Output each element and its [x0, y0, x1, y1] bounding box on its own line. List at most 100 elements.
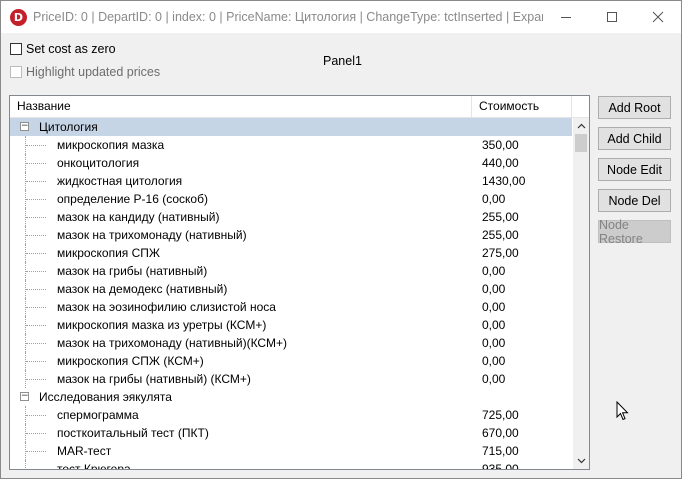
item-cost: 0,00 [482, 300, 506, 314]
tree-row[interactable]: мазок на трихомонаду (нативный) 255,00 [10, 226, 572, 244]
panel-caption: Panel1 [323, 54, 362, 68]
chevron-down-icon [577, 458, 585, 464]
tree-row[interactable]: мазок на грибы (нативный) (КСМ+) 0,00 [10, 370, 572, 388]
item-cost: 0,00 [482, 192, 506, 206]
tree-connector [25, 460, 26, 469]
tree-connector [26, 379, 46, 380]
tree-row[interactable]: жидкостная цитология 1430,00 [10, 172, 572, 190]
node-edit-button[interactable]: Node Edit [598, 158, 671, 181]
highlight-updated-checkbox: Highlight updated prices [10, 65, 160, 79]
item-cost: 0,00 [482, 318, 506, 332]
tree-connector [26, 253, 46, 254]
item-name: мазок на эозинофилию слизистой носа [57, 300, 276, 314]
price-tree[interactable]: Название Стоимость − Цитология микроскопия… [9, 95, 590, 470]
tree-row[interactable]: микроскопия мазка 350,00 [10, 136, 572, 154]
checkbox-box [10, 66, 22, 78]
tree-connector [26, 181, 46, 182]
tree-row[interactable]: мазок на кандиду (нативный) 255,00 [10, 208, 572, 226]
item-cost: 715,00 [482, 444, 519, 458]
item-name: спермограмма [57, 408, 139, 422]
tree-row[interactable]: определение Р-16 (соскоб) 0,00 [10, 190, 572, 208]
highlight-updated-label: Highlight updated prices [26, 65, 161, 79]
checkbox-box[interactable] [10, 43, 22, 55]
close-icon [652, 11, 664, 23]
tree-row[interactable]: тест Крюгера 935,00 [10, 460, 572, 469]
tree-connector [26, 235, 46, 236]
item-name: онкоцитология [57, 156, 140, 170]
item-name: микроскопия СПЖ (КСМ+) [57, 354, 204, 368]
tree-row[interactable]: микроскопия СПЖ 275,00 [10, 244, 572, 262]
maximize-icon [607, 12, 617, 22]
tree-connector [26, 451, 46, 452]
scroll-down-button[interactable] [573, 453, 589, 469]
item-name: мазок на грибы (нативный) [57, 264, 208, 278]
node-restore-button: Node Restore [598, 218, 671, 246]
set-cost-zero-checkbox[interactable]: Set cost as zero [10, 42, 116, 56]
tree-connector [26, 217, 46, 218]
vertical-scrollbar[interactable] [573, 118, 589, 469]
options-panel: Set cost as zero Highlight updated price… [1, 33, 681, 89]
item-name: жидкостная цитология [57, 174, 183, 188]
tree-connector [26, 325, 46, 326]
tree-connector [26, 415, 46, 416]
tree-connector [26, 199, 46, 200]
group-name: Исследования эякулята [39, 390, 172, 404]
item-cost: 255,00 [482, 210, 519, 224]
minimize-button[interactable] [543, 1, 589, 33]
app-icon[interactable]: D [10, 9, 27, 26]
tree-group-row[interactable]: − Исследования эякулята [10, 388, 572, 406]
item-cost: 0,00 [482, 354, 506, 368]
tree-row[interactable]: онкоцитология 440,00 [10, 154, 572, 172]
item-name: микроскопия мазка [57, 138, 165, 152]
tree-connector [26, 271, 46, 272]
item-cost: 255,00 [482, 228, 519, 242]
item-cost: 350,00 [482, 138, 519, 152]
tree-row[interactable]: спермограмма 725,00 [10, 406, 572, 424]
tree-row[interactable]: мазок на трихомонаду (нативный)(КСМ+) 0,0… [10, 334, 572, 352]
title-bar[interactable]: D PriceID: 0 | DepartID: 0 | index: 0 | … [1, 1, 681, 33]
group-name: Цитология [39, 120, 98, 134]
scroll-up-button[interactable] [573, 118, 589, 134]
item-name: MAR-тест [57, 444, 112, 458]
item-cost: 935,00 [482, 462, 519, 469]
collapse-toggle-icon[interactable]: − [20, 392, 29, 401]
tree-connector [26, 433, 46, 434]
tree-row[interactable]: микроскопия СПЖ (КСМ+) 0,00 [10, 352, 572, 370]
item-name: мазок на трихомонаду (нативный) [57, 228, 247, 242]
tree-row[interactable]: мазок на грибы (нативный) 0,00 [10, 262, 572, 280]
tree-row[interactable]: MAR-тест 715,00 [10, 442, 572, 460]
window-title: PriceID: 0 | DepartID: 0 | index: 0 | Pr… [33, 10, 543, 24]
main-window: D PriceID: 0 | DepartID: 0 | index: 0 | … [0, 0, 682, 479]
scroll-thumb[interactable] [575, 134, 587, 152]
add-child-button[interactable]: Add Child [598, 127, 671, 150]
item-name: микроскопия мазка из уретры (КСМ+) [57, 318, 267, 332]
tree-connector [26, 163, 46, 164]
item-cost: 275,00 [482, 246, 519, 260]
item-cost: 725,00 [482, 408, 519, 422]
tree-row[interactable]: посткоитальный тест (ПКТ) 670,00 [10, 424, 572, 442]
item-name: мазок на демодекс (нативный) [57, 282, 228, 296]
item-cost: 0,00 [482, 264, 506, 278]
tree-row[interactable]: мазок на демодекс (нативный) 0,00 [10, 280, 572, 298]
item-cost: 670,00 [482, 426, 519, 440]
column-header-name[interactable]: Название [10, 96, 472, 117]
tree-row[interactable]: мазок на эозинофилию слизистой носа 0,00 [10, 298, 572, 316]
tree-row[interactable]: микроскопия мазка из уретры (КСМ+) 0,00 [10, 316, 572, 334]
column-header-cost[interactable]: Стоимость [472, 96, 572, 117]
close-button[interactable] [635, 1, 681, 33]
add-root-button[interactable]: Add Root [598, 96, 671, 119]
node-del-button[interactable]: Node Del [598, 189, 671, 212]
item-name: определение Р-16 (соскоб) [57, 192, 208, 206]
item-name: микроскопия СПЖ [57, 246, 161, 260]
tree-group-row[interactable]: − Цитология [10, 118, 572, 136]
maximize-button[interactable] [589, 1, 635, 33]
collapse-toggle-icon[interactable]: − [20, 122, 29, 131]
mouse-cursor-icon [616, 401, 629, 421]
tree-connector [26, 289, 46, 290]
item-name: посткоитальный тест (ПКТ) [57, 426, 209, 440]
item-name: мазок на кандиду (нативный) [57, 210, 220, 224]
item-cost: 440,00 [482, 156, 519, 170]
item-name: мазок на грибы (нативный) (КСМ+) [57, 372, 251, 386]
chevron-up-icon [577, 123, 585, 129]
tree-header: Название Стоимость [10, 96, 589, 118]
